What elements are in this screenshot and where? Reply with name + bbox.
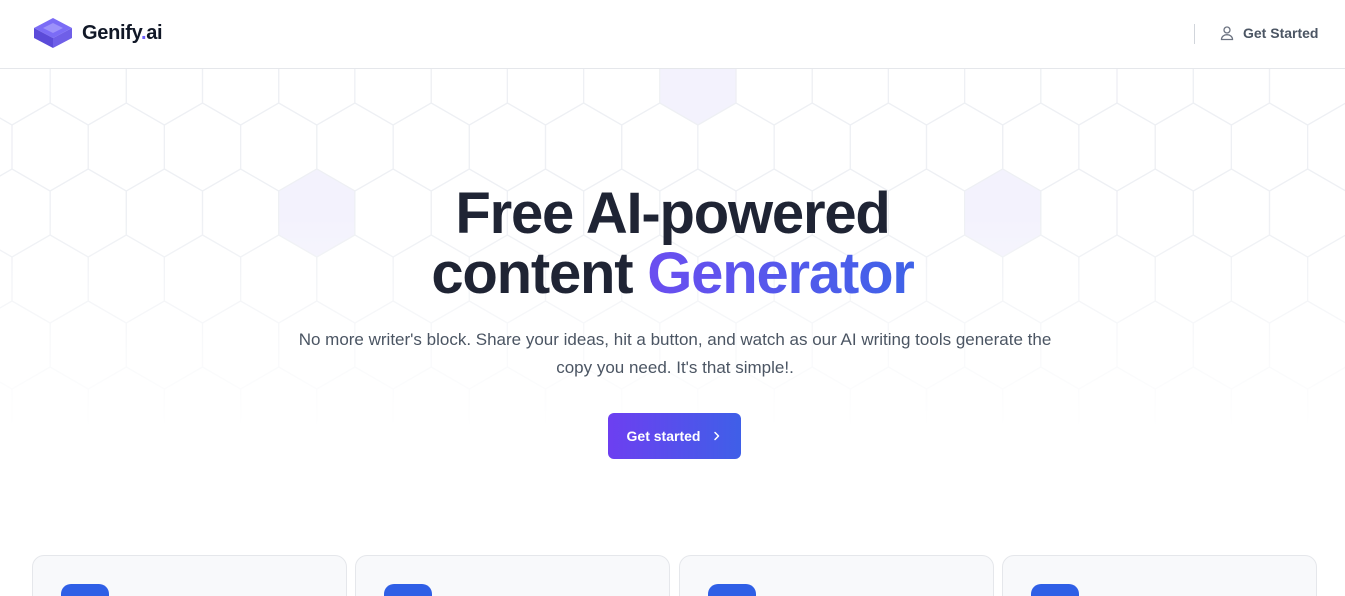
logo-text: Genify.ai (82, 21, 163, 44)
feature-card[interactable] (32, 555, 347, 596)
hero-headline: Free AI-powered content Generator (0, 184, 1345, 304)
cta-label: Get started (626, 428, 701, 444)
site-header: Genify.ai Get Started (0, 0, 1345, 69)
headline-line1: Free AI-powered (455, 181, 890, 246)
get-started-label: Get Started (1243, 25, 1319, 41)
logo[interactable]: Genify.ai (32, 16, 163, 50)
feature-icon (708, 584, 756, 596)
chevron-right-icon (714, 431, 720, 441)
feature-icon (384, 584, 432, 596)
user-icon (1220, 26, 1234, 41)
feature-card[interactable] (679, 555, 994, 596)
feature-card[interactable] (1002, 555, 1317, 596)
header-divider (1194, 24, 1195, 44)
logo-icon (34, 18, 72, 48)
feature-icon (1031, 584, 1079, 596)
get-started-button[interactable]: Get started (608, 413, 741, 459)
headline-line2-prefix: content (431, 241, 648, 306)
feature-card[interactable] (355, 555, 670, 596)
headline-accent: Generator (647, 241, 915, 306)
hero-subtext: No more writer's block. Share your ideas… (298, 330, 1052, 377)
get-started-link[interactable]: Get Started (1219, 25, 1318, 41)
feature-icon (61, 584, 109, 596)
